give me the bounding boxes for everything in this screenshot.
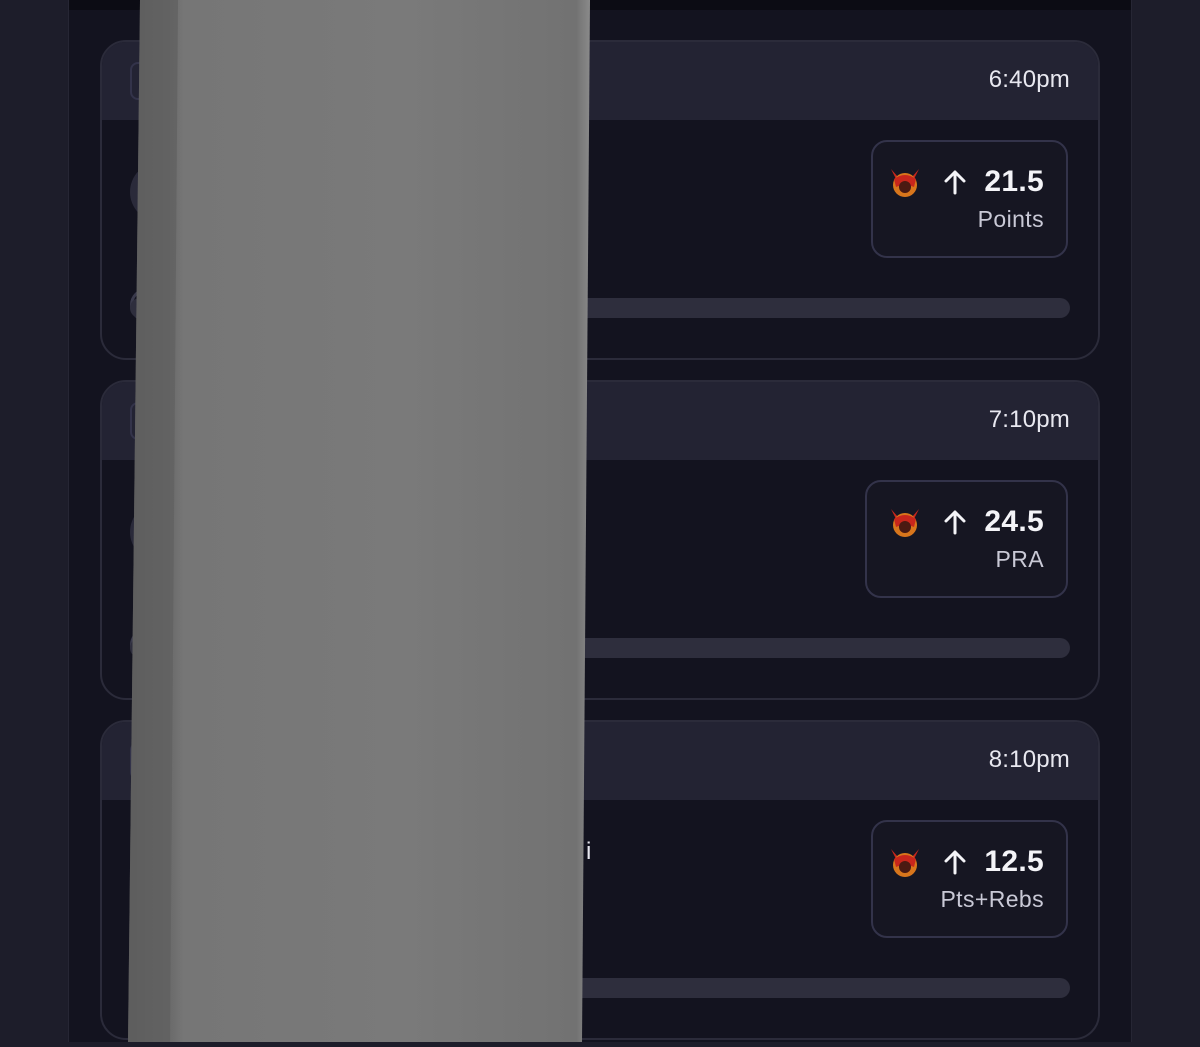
game-time: 8:10pm — [988, 746, 1070, 773]
devil-icon — [888, 845, 922, 879]
game-time: 6:40pm — [988, 66, 1070, 93]
arrow-up-icon — [940, 167, 970, 197]
line-value: 24.5 — [984, 505, 1044, 538]
devil-icon — [888, 165, 922, 199]
stat-type: Pts+Rebs — [940, 886, 1044, 912]
stat-type: PRA — [995, 546, 1044, 572]
stat-type: Points — [977, 206, 1044, 232]
arrow-up-icon — [940, 507, 970, 537]
right-margin — [1131, 0, 1200, 1042]
pick-box[interactable]: 24.5 PRA — [865, 480, 1068, 598]
occluding-object — [128, 0, 590, 1042]
game-time: 7:10pm — [988, 406, 1070, 433]
line-value: 21.5 — [984, 165, 1044, 198]
left-margin — [0, 0, 69, 1042]
arrow-up-icon — [940, 847, 970, 877]
pick-box[interactable]: 12.5 Pts+Rebs — [871, 820, 1068, 938]
pick-box[interactable]: 21.5 Points — [871, 140, 1068, 258]
line-value: 12.5 — [984, 845, 1044, 878]
devil-icon — [888, 505, 922, 539]
